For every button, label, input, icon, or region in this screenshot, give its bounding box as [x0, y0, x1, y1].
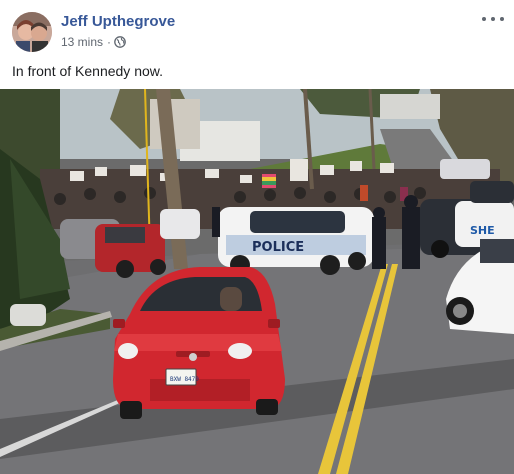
more-options-icon[interactable] [482, 10, 504, 28]
license-plate: BXW 8470 [170, 376, 199, 383]
avatar[interactable] [12, 12, 52, 52]
police-car-text-2: SHE [470, 224, 495, 237]
police-car-text: POLICE [252, 240, 304, 255]
author-name[interactable]: Jeff Upthegrove [61, 13, 175, 30]
post-header: Jeff Upthegrove 13 mins · [0, 0, 514, 60]
post-text: In front of Kennedy now. [12, 63, 163, 79]
post-meta: 13 mins · [61, 35, 126, 49]
meta-separator: · [107, 35, 112, 49]
avatar-image [12, 12, 52, 52]
post-photo[interactable]: POLICE SHE BXW 8470 [0, 89, 514, 474]
post-timestamp[interactable]: 13 mins [61, 35, 103, 49]
globe-icon[interactable] [114, 36, 126, 48]
